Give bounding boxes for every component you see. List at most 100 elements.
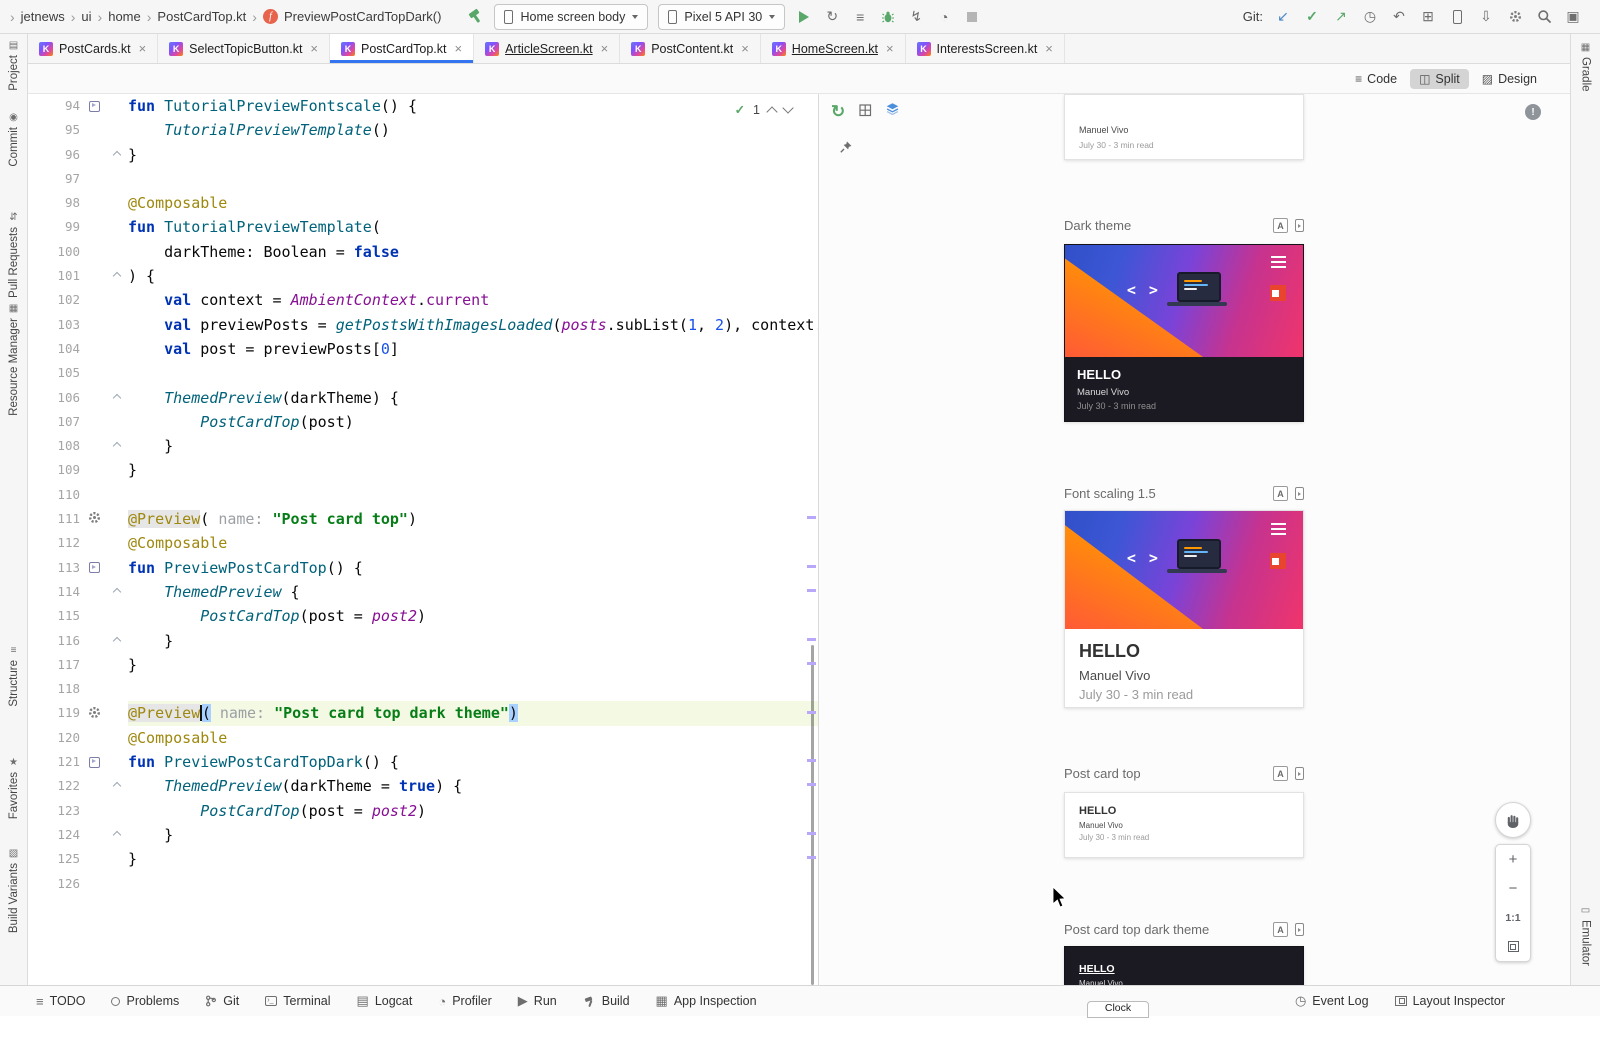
run-preview-gutter-icon[interactable] [89, 757, 100, 768]
next-highlight-icon[interactable] [782, 102, 793, 113]
statusbar-event-log[interactable]: ◷Event Log [1295, 993, 1369, 1009]
statusbar-problems[interactable]: Problems [111, 994, 179, 1008]
close-tab-icon[interactable]: × [454, 41, 462, 56]
code-view-button[interactable]: ≡ Code [1346, 69, 1406, 89]
run-config-select[interactable]: Home screen body [494, 4, 648, 30]
close-tab-icon[interactable]: × [1045, 41, 1053, 56]
statusbar-todo[interactable]: ≡TODO [36, 994, 85, 1009]
fold-marker-icon[interactable] [113, 588, 121, 596]
close-tab-icon[interactable]: × [741, 41, 749, 56]
run-preview-gutter-icon[interactable] [89, 101, 100, 112]
scrollbar-thumb[interactable] [811, 645, 814, 985]
sdk-manager-icon[interactable]: ⇩ [1477, 8, 1495, 26]
zoom-actual-size-button[interactable]: 1:1 [1496, 903, 1530, 932]
run-list-icon[interactable]: ≡ [851, 8, 869, 26]
issues-badge-icon[interactable]: ! [1525, 104, 1541, 120]
fold-marker-icon[interactable] [113, 393, 121, 401]
close-tab-icon[interactable]: × [601, 41, 609, 56]
zoom-to-fit-button[interactable] [1496, 932, 1530, 961]
preview-attributes-icon[interactable]: A [1273, 486, 1288, 501]
tab-PostContent.kt[interactable]: KPostContent.kt× [620, 34, 761, 63]
search-icon[interactable] [1535, 8, 1553, 26]
sidebar-item-favorites[interactable]: ★Favorites [0, 757, 27, 819]
zoom-in-button[interactable]: + [1496, 845, 1530, 874]
rollback-icon[interactable]: ↶ [1390, 8, 1408, 26]
close-tab-icon[interactable]: × [139, 41, 147, 56]
breadcrumb-item-home[interactable]: home [108, 9, 141, 24]
statusbar-profiler[interactable]: ◔Profiler [438, 994, 491, 1009]
preview-attributes-icon[interactable]: A [1273, 922, 1288, 937]
apply-changes-icon[interactable]: ↻ [823, 8, 841, 26]
preview-card-font-scaling[interactable]: < > HELLO Manuel Vivo July 30 - 3 min re… [1064, 510, 1304, 708]
stop-button[interactable] [963, 8, 981, 26]
git-update-icon[interactable]: ↙ [1274, 8, 1292, 26]
preview-attributes-icon[interactable]: A [1273, 218, 1288, 233]
sidebar-item-pull-requests[interactable]: ⇵Pull Requests [0, 212, 27, 298]
preview-card-dark-theme-2[interactable]: HELLO Manuel Vivo [1064, 946, 1304, 985]
fold-marker-icon[interactable] [113, 150, 121, 158]
code-editor[interactable]: 94fun TutorialPreviewFontscale() {95 Tut… [28, 94, 818, 985]
preview-attributes-icon[interactable]: A [1273, 766, 1288, 781]
git-commit-icon[interactable]: ✓ [1303, 8, 1321, 26]
split-view-button[interactable]: ◫ Split [1410, 69, 1469, 89]
partial-clock-button[interactable]: Clock [1087, 1001, 1149, 1018]
design-view-button[interactable]: ▨ Design [1473, 69, 1546, 89]
gear-gutter-icon[interactable] [88, 706, 101, 722]
tab-InterestsScreen.kt[interactable]: KInterestsScreen.kt× [906, 34, 1065, 63]
layout-inspector-icon[interactable]: ⊞ [1419, 8, 1437, 26]
apply-code-changes-icon[interactable]: ↯ [907, 8, 925, 26]
preview-grid-icon[interactable] [859, 104, 872, 117]
deploy-preview-icon[interactable] [1295, 923, 1304, 936]
run-button[interactable] [795, 8, 813, 26]
sidebar-item-gradle[interactable]: ▦Gradle [1571, 42, 1600, 92]
fold-marker-icon[interactable] [113, 831, 121, 839]
fold-marker-icon[interactable] [113, 636, 121, 644]
deploy-preview-icon[interactable] [1295, 219, 1304, 232]
sidebar-item-commit[interactable]: ◉Commit [0, 112, 27, 167]
statusbar-layout-inspector[interactable]: Layout Inspector [1395, 994, 1505, 1008]
statusbar-app-inspection[interactable]: ▦App Inspection [656, 993, 757, 1009]
device-select[interactable]: Pixel 5 API 30 [658, 4, 785, 30]
build-refresh-icon[interactable]: ↻ [831, 102, 845, 122]
breadcrumb-item-ui[interactable]: ui [81, 9, 91, 24]
tab-PostCardTop.kt[interactable]: KPostCardTop.kt× [330, 34, 474, 63]
previous-highlight-icon[interactable] [766, 106, 777, 117]
history-icon[interactable]: ◷ [1361, 8, 1379, 26]
fold-marker-icon[interactable] [113, 272, 121, 280]
deploy-preview-icon[interactable] [1295, 487, 1304, 500]
deploy-preview-icon[interactable] [1295, 767, 1304, 780]
close-tab-icon[interactable]: × [886, 41, 894, 56]
sidebar-item-emulator[interactable]: ▭Emulator [1571, 905, 1600, 966]
gradle-sync-icon[interactable] [467, 8, 484, 25]
statusbar-build[interactable]: Build [583, 994, 630, 1008]
gear-gutter-icon[interactable] [88, 511, 101, 527]
preview-card-dark-theme[interactable]: < > HELLO Manuel Vivo July 30 - 3 min re… [1064, 244, 1304, 422]
tab-SelectTopicButton.kt[interactable]: KSelectTopicButton.kt× [158, 34, 330, 63]
statusbar-run[interactable]: ▶Run [518, 993, 557, 1009]
layers-icon[interactable] [885, 102, 900, 116]
breadcrumb-item-jetnews[interactable]: jetnews [21, 9, 65, 24]
pin-icon[interactable] [839, 140, 853, 154]
tab-ArticleScreen.kt[interactable]: KArticleScreen.kt× [474, 34, 620, 63]
run-preview-gutter-icon[interactable] [89, 562, 100, 573]
preview-card-default[interactable]: Manuel Vivo July 30 - 3 min read [1064, 94, 1304, 160]
statusbar-git[interactable]: Git [205, 994, 239, 1008]
close-tab-icon[interactable]: × [310, 41, 318, 56]
git-push-icon[interactable]: ↗ [1332, 8, 1350, 26]
settings-gear-icon[interactable] [1506, 8, 1524, 26]
device-manager-icon[interactable] [1448, 8, 1466, 26]
editor-scrollbar[interactable] [806, 94, 818, 985]
notifications-icon[interactable]: ▣ [1564, 8, 1582, 26]
breadcrumb-item-file[interactable]: PostCardTop.kt [157, 9, 246, 24]
sidebar-item-structure[interactable]: ≡Structure [0, 645, 27, 707]
debug-icon[interactable] [879, 8, 897, 26]
sidebar-item-build-variants[interactable]: ▧Build Variants [0, 848, 27, 933]
sidebar-item-project[interactable]: ▤Project [0, 40, 27, 91]
breadcrumb-item-function[interactable]: PreviewPostCardTopDark() [284, 9, 442, 24]
pan-hand-button[interactable] [1495, 802, 1531, 838]
fold-marker-icon[interactable] [113, 782, 121, 790]
tab-PostCards.kt[interactable]: KPostCards.kt× [28, 34, 158, 63]
preview-card-post-card-top[interactable]: HELLO Manuel Vivo July 30 - 3 min read [1064, 792, 1304, 858]
statusbar-logcat[interactable]: ▤Logcat [357, 993, 413, 1009]
zoom-out-button[interactable]: − [1496, 874, 1530, 903]
